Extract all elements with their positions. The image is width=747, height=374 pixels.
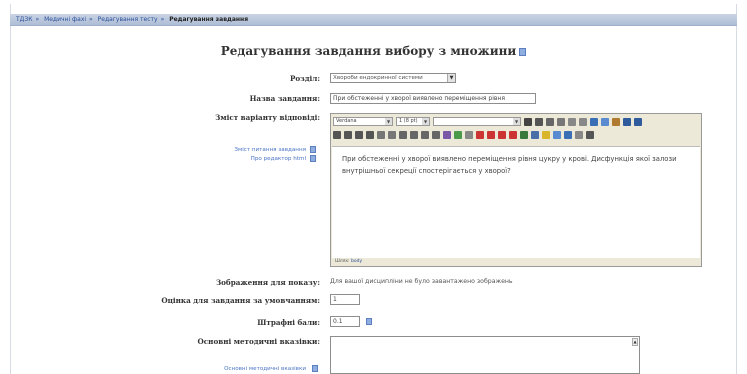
section-label: Розділ: (289, 74, 320, 83)
scrollbar-up-icon[interactable]: ▲ (632, 338, 638, 346)
image-label: Зображення для показу: (215, 278, 320, 287)
size-select-value: 1 (8 pt) (399, 118, 418, 124)
default-grade-input[interactable]: 1 (330, 294, 360, 305)
fullscreen-icon[interactable] (586, 130, 594, 139)
horizontal-rule-icon[interactable] (465, 130, 473, 139)
paste-icon[interactable] (612, 117, 620, 126)
section-select-value: Хвороби ендокринної системи (333, 75, 423, 81)
bg-color-icon[interactable] (454, 130, 462, 139)
align-left-icon[interactable] (333, 130, 341, 139)
breadcrumb-item-1[interactable]: ТДЗК (16, 16, 32, 23)
font-select[interactable]: Verdana ▼ (333, 117, 393, 126)
penalty-label: Штрафні бали: (257, 318, 320, 327)
editor-content[interactable]: При обстеженні у хворої виявлено переміщ… (332, 146, 700, 258)
editor-path-label: Шлях: (335, 259, 350, 264)
special-char-icon[interactable] (553, 130, 561, 139)
text-color-icon[interactable] (443, 130, 451, 139)
search-icon[interactable] (564, 130, 572, 139)
superscript-icon[interactable] (579, 117, 587, 126)
redo-icon[interactable] (634, 117, 642, 126)
breadcrumb-item-2[interactable]: Медичні фахі (44, 16, 86, 23)
chevron-down-icon: ▼ (385, 118, 392, 125)
help-icon[interactable] (310, 155, 316, 162)
content-help-link[interactable]: Зміст питання завдання (180, 147, 306, 153)
html-editor-help-link[interactable]: Про редактор html (180, 156, 306, 162)
editor-path-value[interactable]: body (351, 259, 362, 264)
align-right-icon[interactable] (355, 130, 363, 139)
guidance-textarea[interactable]: ▲ (330, 336, 640, 374)
undo-icon[interactable] (623, 117, 631, 126)
rtl-icon[interactable] (388, 130, 396, 139)
strikethrough-icon[interactable] (557, 117, 565, 126)
html-editor: Verdana ▼ 1 (8 pt) ▼ ▼ При обстеженні у … (330, 113, 702, 267)
editor-toolbar-row-2 (333, 129, 594, 140)
help-icon[interactable] (519, 47, 527, 56)
clean-icon[interactable] (590, 117, 598, 126)
image-note: Для вашої дисципліни не було завантажено… (330, 278, 513, 285)
align-center-icon[interactable] (344, 130, 352, 139)
page-title: Редагування завдання вибору з множини (0, 44, 747, 58)
page-title-text: Редагування завдання вибору з множини (220, 44, 517, 58)
unlink-icon[interactable] (498, 130, 506, 139)
justify-icon[interactable] (366, 130, 374, 139)
bold-icon[interactable] (524, 117, 532, 126)
anchor-icon[interactable] (476, 130, 484, 139)
underline-icon[interactable] (546, 117, 554, 126)
image-icon[interactable] (520, 130, 528, 139)
ltr-icon[interactable] (377, 130, 385, 139)
nolink-icon[interactable] (509, 130, 517, 139)
ordered-list-icon[interactable] (399, 130, 407, 139)
font-select-value: Verdana (336, 118, 357, 124)
section-select[interactable]: Хвороби ендокринної системи ▼ (330, 73, 456, 83)
copy-icon[interactable] (601, 117, 609, 126)
penalty-input[interactable]: 0.1 (330, 316, 360, 327)
name-input[interactable]: При обстеженні у хворої виявлено переміщ… (330, 93, 536, 104)
help-icon[interactable] (310, 146, 316, 153)
help-icon[interactable] (312, 365, 318, 372)
indent-icon[interactable] (432, 130, 440, 139)
italic-icon[interactable] (535, 117, 543, 126)
smiley-icon[interactable] (542, 130, 550, 139)
guidance-help-link[interactable]: Основні методичні вказівки (180, 366, 306, 372)
breadcrumb-current: Редагування завдання (169, 16, 249, 23)
guidance-label: Основні методичні вказівки: (197, 337, 320, 346)
size-select[interactable]: 1 (8 pt) ▼ (396, 117, 430, 126)
chevron-down-icon: ▼ (447, 74, 455, 82)
subscript-icon[interactable] (568, 117, 576, 126)
outdent-icon[interactable] (421, 130, 429, 139)
content-label: Зміст варіанту відповіді: (215, 113, 320, 122)
link-icon[interactable] (487, 130, 495, 139)
style-select[interactable]: ▼ (433, 117, 521, 126)
help-icon[interactable] (366, 318, 372, 325)
unordered-list-icon[interactable] (410, 130, 418, 139)
editor-toolbar-row-1: Verdana ▼ 1 (8 pt) ▼ ▼ (333, 116, 642, 127)
chevron-down-icon: ▼ (513, 118, 520, 125)
name-label: Назва завдання: (249, 94, 320, 103)
breadcrumb-item-3[interactable]: Редагування тесту (98, 16, 158, 23)
editor-path: Шлях: body (335, 259, 362, 264)
html-source-icon[interactable] (575, 130, 583, 139)
default-grade-label: Оцінка для завдання за умовчанням: (161, 296, 320, 305)
breadcrumb: ТДЗК» Медичні фахі» Редагування тесту» Р… (10, 14, 737, 26)
chevron-down-icon: ▼ (422, 118, 429, 125)
table-icon[interactable] (531, 130, 539, 139)
